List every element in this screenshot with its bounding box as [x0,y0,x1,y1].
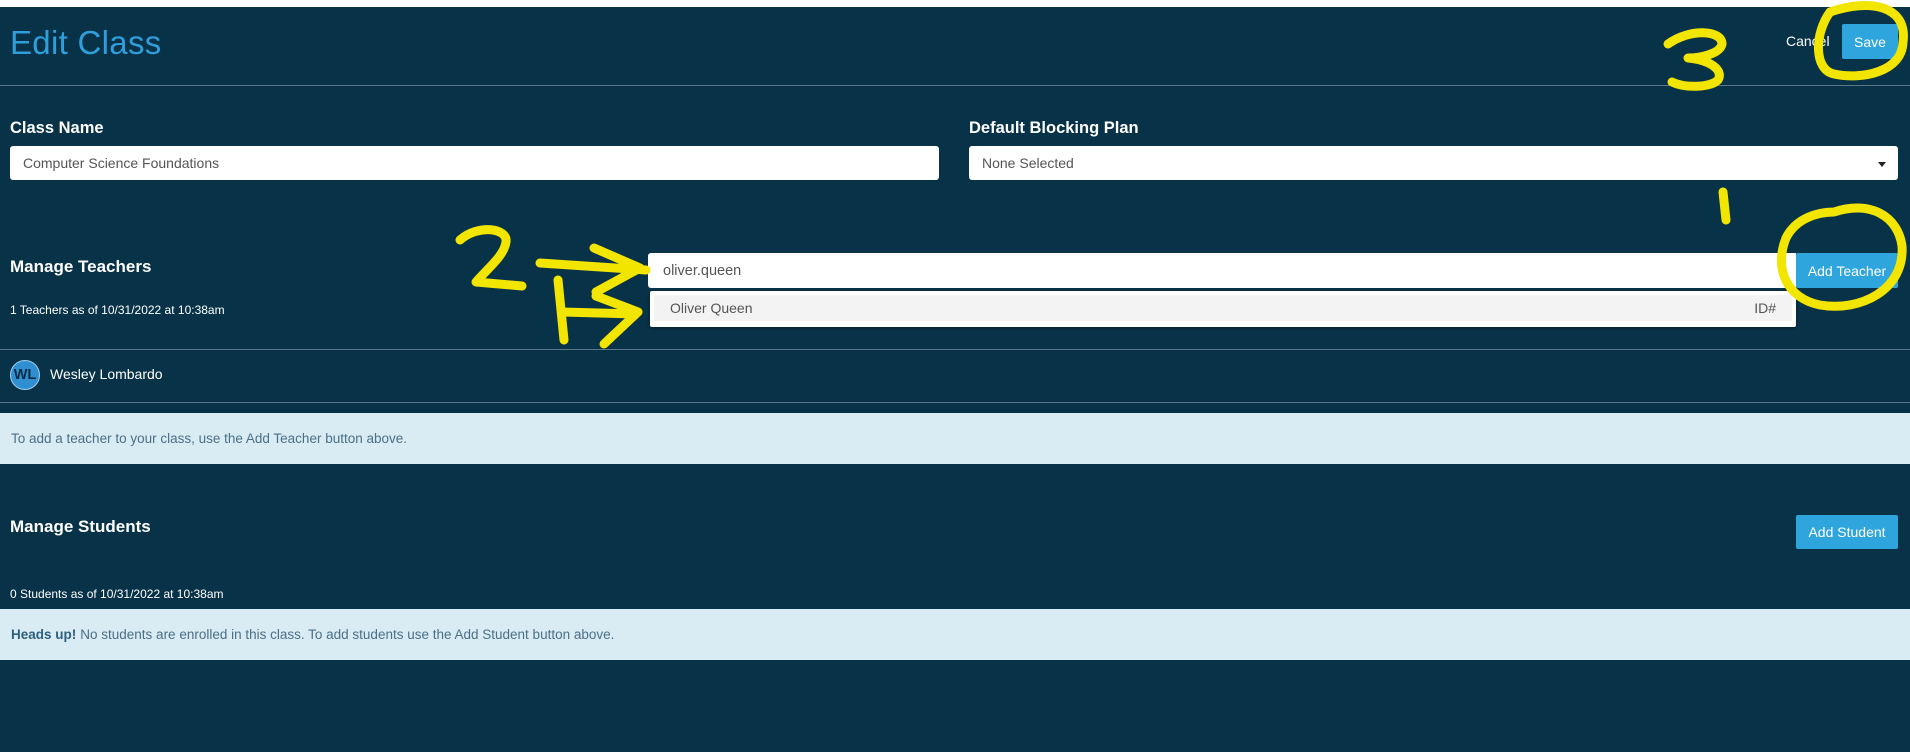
students-alert: Heads up! No students are enrolled in th… [0,609,1910,660]
teachers-divider-top [0,349,1910,350]
blocking-plan-value: None Selected [982,155,1074,171]
manage-students-title: Manage Students [10,517,151,536]
teachers-info-band: To add a teacher to your class, use the … [0,413,1910,464]
alert-text: No students are enrolled in this class. … [80,627,615,642]
alert-heading: Heads up! [11,627,77,642]
teachers-count: 1 Teachers as of 10/31/2022 at 10:38am [10,303,225,317]
blocking-plan-select[interactable]: None Selected [969,146,1898,180]
page-title: Edit Class [10,24,162,61]
caret-down-icon [1878,162,1886,167]
students-count: 0 Students as of 10/31/2022 at 10:38am [10,587,224,601]
teacher-suggestion-dropdown: Oliver Queen ID# [650,291,1796,327]
teachers-divider-bottom [0,402,1910,403]
teacher-name: Wesley Lombardo [50,366,163,382]
edit-class-page: Edit Class Cancel Save Class Name Comput… [0,7,1910,752]
cancel-button[interactable]: Cancel [1786,33,1830,49]
teacher-suggestion-item[interactable]: Oliver Queen ID# [654,295,1792,321]
blocking-plan-label: Default Blocking Plan [969,119,1139,137]
class-name-input[interactable]: Computer Science Foundations [10,146,939,180]
manage-teachers-title: Manage Teachers [10,257,152,276]
add-teacher-button[interactable]: Add Teacher [1796,253,1898,288]
suggestion-id-label: ID# [1754,300,1776,316]
suggestion-name: Oliver Queen [670,300,753,316]
class-name-label: Class Name [10,119,104,137]
avatar: WL [10,360,40,390]
save-button[interactable]: Save [1842,24,1898,59]
teachers-info-text: To add a teacher to your class, use the … [11,431,408,446]
header-divider [0,85,1910,86]
add-student-button[interactable]: Add Student [1796,515,1898,549]
teacher-search-input[interactable]: oliver.queen [648,253,1796,288]
